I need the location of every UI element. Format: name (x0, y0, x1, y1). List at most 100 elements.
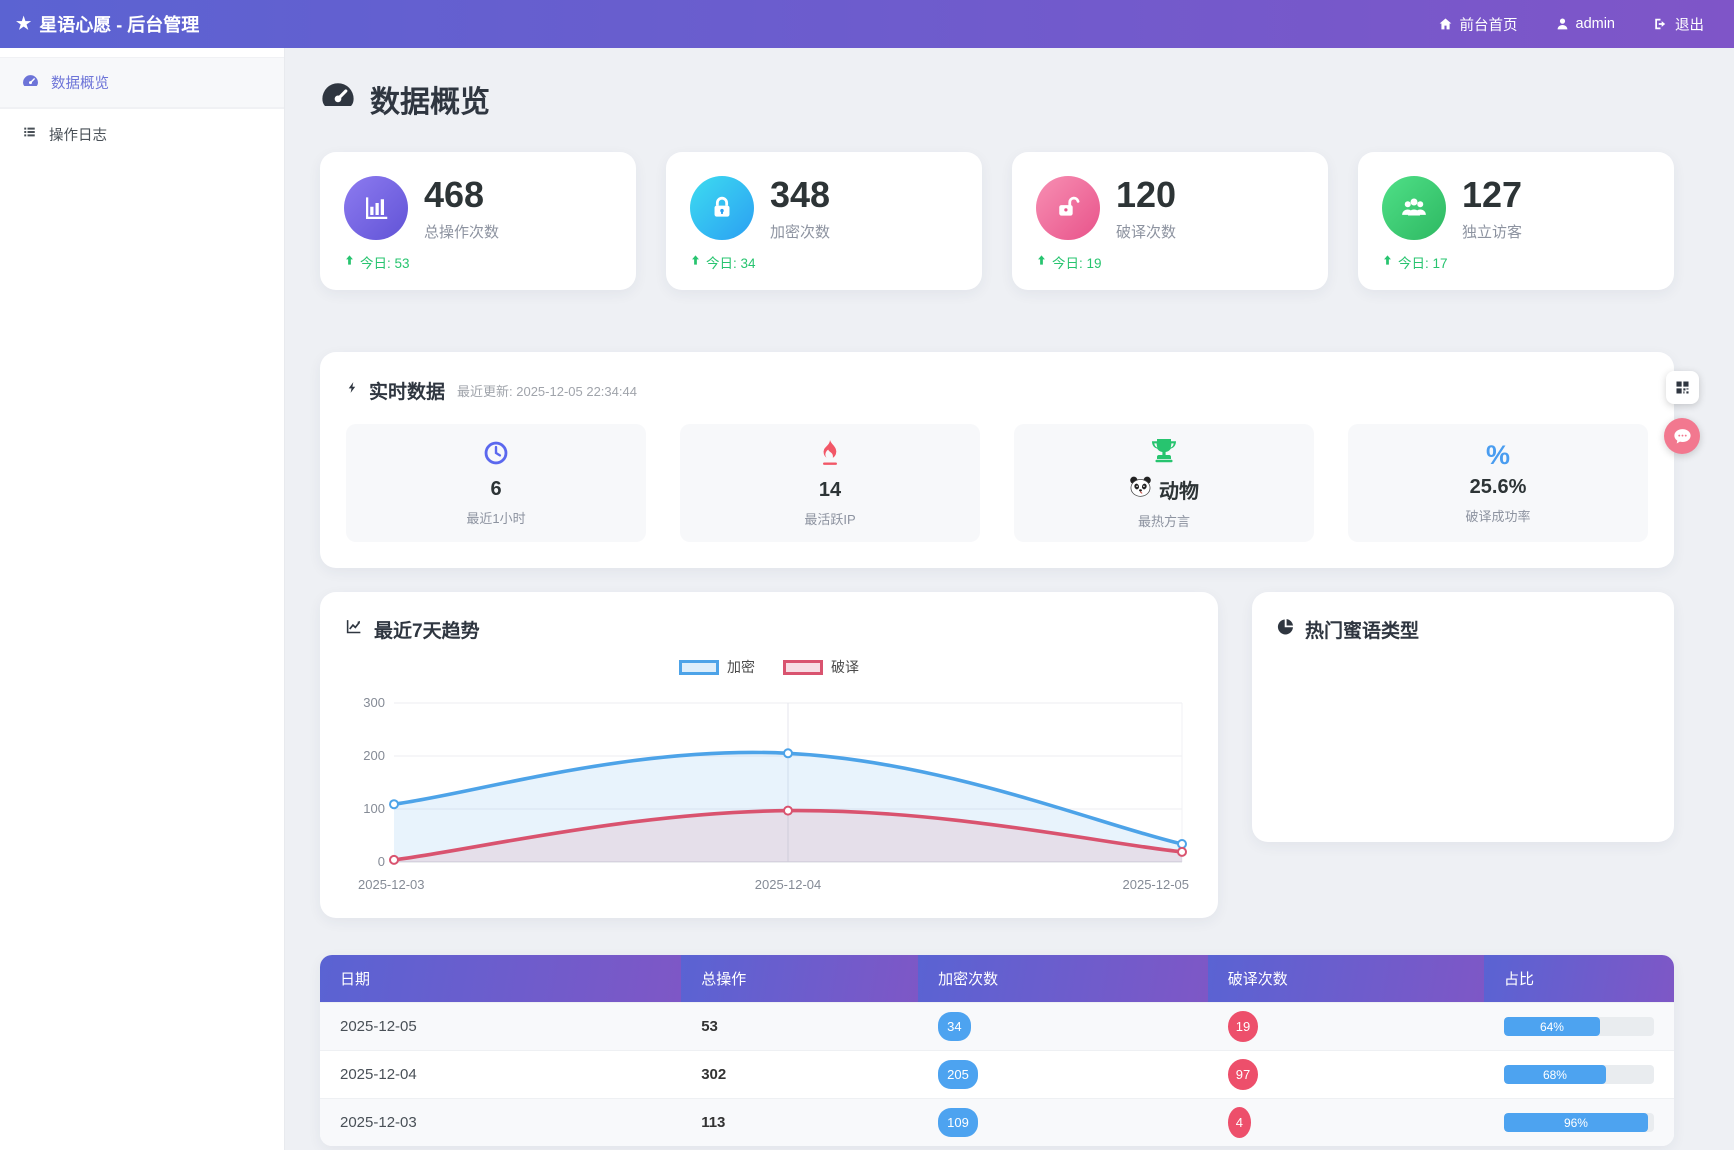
ratio-progress-bar: 96% (1504, 1113, 1654, 1132)
col-header-ratio: 占比 (1484, 955, 1674, 1003)
brand: ★ 星语心愿 - 后台管理 (16, 11, 199, 37)
trophy-icon (1150, 437, 1178, 468)
floating-grid-button[interactable] (1666, 371, 1699, 404)
chat-bubble-icon (1673, 428, 1692, 445)
arrow-up-icon (344, 254, 355, 269)
stat-label: 总操作次数 (424, 221, 499, 242)
cell-total: 53 (681, 1003, 918, 1051)
stat-label: 独立访客 (1462, 221, 1522, 242)
lock-icon (690, 176, 754, 240)
chart-legend: 加密 破译 (344, 657, 1194, 677)
stat-value: 348 (770, 176, 830, 214)
pie-chart-icon (1276, 617, 1295, 642)
realtime-items: 6 最近1小时 14 最活跃IP 动物 最热方言 % (346, 424, 1648, 542)
stat-today: 今日: 34 (690, 252, 958, 272)
encrypt-count-badge: 205 (938, 1060, 978, 1089)
col-header-total: 总操作 (681, 955, 918, 1003)
encrypt-count-badge: 34 (938, 1012, 970, 1041)
stat-cards-row: 468 总操作次数 今日: 53 348 加密次数 (320, 152, 1674, 290)
ratio-progress-bar: 64% (1504, 1017, 1654, 1036)
charts-row: 最近7天趋势 加密 破译 01002003002025-12-032025-12… (320, 592, 1674, 918)
nav-link-logout[interactable]: 退出 (1653, 14, 1704, 35)
sidebar-item-label: 数据概览 (51, 72, 109, 93)
bar-chart-icon (344, 176, 408, 240)
stat-today: 今日: 17 (1382, 252, 1650, 272)
trend-line-chart: 01002003002025-12-032025-12-042025-12-05 (344, 683, 1194, 900)
stat-label: 破译次数 (1116, 221, 1176, 242)
sidebar-item-overview[interactable]: 数据概览 (0, 57, 284, 108)
arrow-up-icon (1382, 254, 1393, 269)
daily-stats-table-card: 日期 总操作 加密次数 破译次数 占比 2025-12-0553341964%2… (320, 955, 1674, 1146)
sidebar: 数据概览 操作日志 (0, 48, 285, 1150)
nav-links: 前台首页 admin 退出 (1438, 14, 1705, 35)
decrypt-count-badge: 19 (1228, 1011, 1258, 1042)
decrypt-count-badge: 4 (1228, 1107, 1251, 1138)
bolt-icon (346, 378, 359, 403)
sidebar-item-logs[interactable]: 操作日志 (0, 108, 284, 159)
navbar: ★ 星语心愿 - 后台管理 前台首页 admin 退出 (0, 0, 1734, 48)
stat-value: 127 (1462, 176, 1522, 214)
ratio-progress-bar: 68% (1504, 1065, 1654, 1084)
svg-text:2025-12-05: 2025-12-05 (1123, 877, 1190, 892)
brand-title: 星语心愿 - 后台管理 (39, 11, 199, 37)
table-row: 2025-12-0553 34 19 64% (320, 1003, 1674, 1051)
legend-label: 加密 (727, 657, 755, 677)
chart-line-icon (344, 618, 364, 641)
clock-icon (483, 440, 509, 471)
realtime-updated: 最近更新: 2025-12-05 22:34:44 (457, 381, 637, 400)
realtime-value: 25.6% (1470, 476, 1527, 499)
stat-value: 120 (1116, 176, 1176, 214)
realtime-item-last-hour: 6 最近1小时 (346, 424, 646, 542)
realtime-label: 最近1小时 (466, 508, 525, 527)
realtime-card: 实时数据 最近更新: 2025-12-05 22:34:44 6 最近1小时 1… (320, 352, 1674, 568)
logout-icon (1653, 17, 1668, 31)
col-header-date: 日期 (320, 955, 681, 1003)
nav-link-label: admin (1576, 16, 1616, 32)
percent-icon: % (1486, 442, 1510, 469)
arrow-up-icon (690, 254, 701, 269)
trend-chart-card: 最近7天趋势 加密 破译 01002003002025-12-032025-12… (320, 592, 1218, 918)
stat-label: 加密次数 (770, 221, 830, 242)
star-icon: ★ (16, 14, 31, 34)
users-icon (1382, 176, 1446, 240)
stat-today: 今日: 19 (1036, 252, 1304, 272)
realtime-value: 14 (819, 479, 841, 502)
svg-text:300: 300 (363, 695, 385, 710)
cell-date: 2025-12-04 (320, 1051, 681, 1099)
user-icon (1556, 17, 1569, 31)
realtime-item-hot-dialect: 动物 最热方言 (1014, 424, 1314, 542)
legend-item-decrypt[interactable]: 破译 (783, 657, 859, 677)
floating-chat-button[interactable] (1664, 418, 1700, 454)
realtime-label: 最热方言 (1138, 511, 1190, 530)
cell-total: 302 (681, 1051, 918, 1099)
svg-text:100: 100 (363, 801, 385, 816)
svg-text:2025-12-03: 2025-12-03 (358, 877, 425, 892)
realtime-label: 最活跃IP (804, 509, 855, 528)
table-row: 2025-12-04302 205 97 68% (320, 1051, 1674, 1099)
legend-item-encrypt[interactable]: 加密 (679, 657, 755, 677)
stat-today: 今日: 53 (344, 252, 612, 272)
panda-icon (1129, 476, 1152, 503)
legend-swatch-decrypt (783, 660, 823, 675)
svg-text:200: 200 (363, 748, 385, 763)
gauge-icon (22, 74, 39, 92)
cell-date: 2025-12-05 (320, 1003, 681, 1051)
main-content: 数据概览 468 总操作次数 今日: 53 (285, 48, 1734, 1150)
nav-link-frontend[interactable]: 前台首页 (1438, 14, 1518, 35)
nav-link-label: 前台首页 (1460, 14, 1518, 35)
trend-chart-title: 最近7天趋势 (344, 616, 1194, 643)
stats-table-body: 2025-12-0553 34 19 64% 2025-12-04302 205 97 68%… (320, 1003, 1674, 1147)
nav-link-admin[interactable]: admin (1556, 16, 1616, 32)
decrypt-count-badge: 97 (1228, 1059, 1258, 1090)
realtime-label: 破译成功率 (1465, 506, 1530, 525)
stat-card-encrypt: 348 加密次数 今日: 34 (666, 152, 982, 290)
svg-text:2025-12-04: 2025-12-04 (755, 877, 822, 892)
stat-card-total-ops: 468 总操作次数 今日: 53 (320, 152, 636, 290)
realtime-value: 6 (490, 478, 501, 501)
pie-card: 热门蜜语类型 (1252, 592, 1674, 842)
sidebar-item-label: 操作日志 (49, 124, 107, 145)
realtime-title: 实时数据 最近更新: 2025-12-05 22:34:44 (346, 377, 1648, 404)
realtime-item-success-rate: % 25.6% 破译成功率 (1348, 424, 1648, 542)
page-title-text: 数据概览 (370, 77, 490, 121)
pie-card-title: 热门蜜语类型 (1276, 616, 1650, 643)
